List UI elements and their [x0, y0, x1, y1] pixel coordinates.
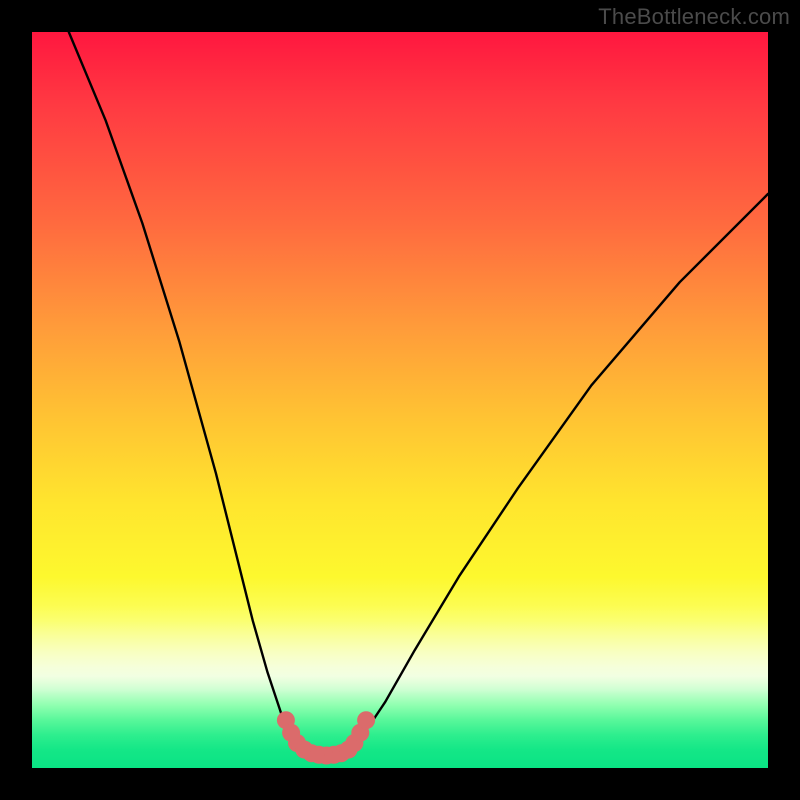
chart-frame: TheBottleneck.com: [0, 0, 800, 800]
haze-band: [32, 606, 768, 694]
bottleneck-curve: [69, 32, 768, 756]
highlight-dots: [277, 711, 375, 764]
plot-area: [32, 32, 768, 768]
curve-layer: [32, 32, 768, 768]
watermark-text: TheBottleneck.com: [598, 4, 790, 30]
